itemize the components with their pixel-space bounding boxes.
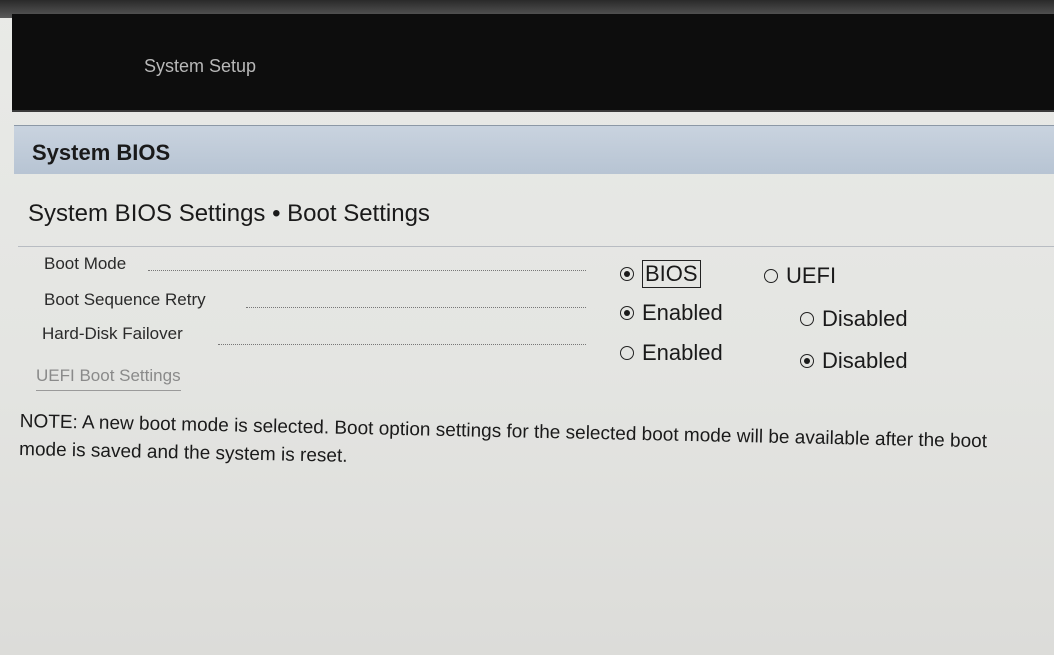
page-title: System BIOS Settings • Boot Settings bbox=[28, 200, 430, 227]
title-divider bbox=[18, 246, 1054, 247]
radio-unselected-icon bbox=[620, 346, 634, 360]
section-title: System BIOS bbox=[32, 140, 171, 165]
boot-mode-note: NOTE: A new boot mode is selected. Boot … bbox=[18, 410, 988, 467]
radio-boot-mode-uefi[interactable]: UEFI bbox=[764, 263, 836, 289]
radio-label-disabled: Disabled bbox=[822, 348, 908, 373]
radio-label-uefi: UEFI bbox=[786, 263, 837, 288]
radio-boot-sequence-retry-disabled[interactable]: Disabled bbox=[800, 306, 908, 332]
radio-label-bios: BIOS bbox=[642, 260, 701, 288]
radio-selected-icon bbox=[620, 306, 634, 320]
radio-selected-icon bbox=[800, 354, 814, 368]
radio-hard-disk-failover-disabled[interactable]: Disabled bbox=[800, 348, 908, 374]
dotted-leader bbox=[246, 307, 586, 308]
dotted-leader bbox=[148, 270, 586, 271]
radio-hard-disk-failover-enabled[interactable]: Enabled bbox=[620, 340, 723, 366]
section-bar: System BIOS bbox=[14, 125, 1054, 174]
setting-label-boot-mode: Boot Mode bbox=[44, 254, 127, 273]
setting-label-boot-sequence-retry: Boot Sequence Retry bbox=[44, 290, 206, 309]
radio-label-enabled: Enabled bbox=[642, 300, 723, 325]
setting-label-hard-disk-failover: Hard-Disk Failover bbox=[42, 324, 183, 343]
radio-unselected-icon bbox=[764, 269, 778, 283]
dotted-leader bbox=[218, 344, 586, 345]
radio-label-enabled: Enabled bbox=[642, 340, 723, 365]
radio-unselected-icon bbox=[800, 312, 814, 326]
screen: System Setup System BIOS System BIOS Set… bbox=[0, 0, 1054, 655]
radio-selected-icon bbox=[620, 267, 634, 281]
radio-boot-mode-bios[interactable]: BIOS bbox=[620, 260, 701, 288]
header-title: System Setup bbox=[144, 56, 257, 76]
radio-label-disabled: Disabled bbox=[822, 306, 908, 331]
header-bar: System Setup bbox=[12, 14, 1054, 112]
uefi-boot-settings-link[interactable]: UEFI Boot Settings bbox=[36, 366, 181, 391]
radio-boot-sequence-retry-enabled[interactable]: Enabled bbox=[620, 300, 723, 326]
